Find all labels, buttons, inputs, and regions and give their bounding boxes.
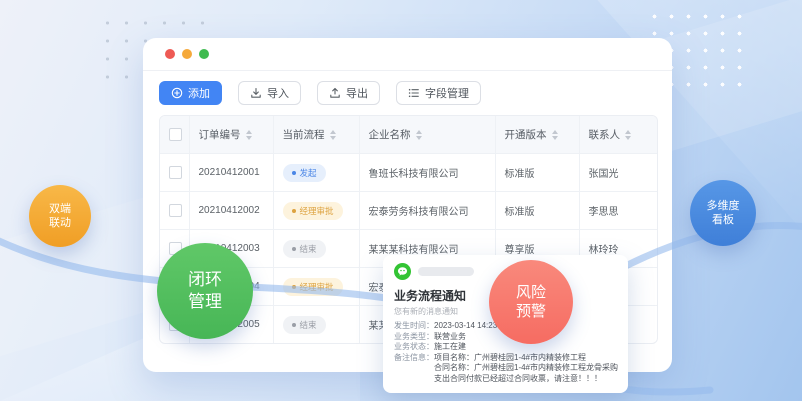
notification-field-row: 合同名称：广州碧桂园1-4#市内精装修工程龙骨采购合同	[394, 363, 618, 374]
export-icon	[329, 87, 341, 99]
row-checkbox-cell	[160, 154, 189, 192]
row-checkbox[interactable]	[169, 204, 182, 217]
badge-closed-loop: 闭环 管理	[157, 243, 253, 339]
wechat-icon	[394, 263, 411, 280]
import-button[interactable]: 导入	[238, 81, 301, 105]
cell-order-number: 20210412002	[189, 192, 273, 230]
badge-risk-alert: 风险 预警	[489, 260, 573, 344]
select-all-cell	[160, 116, 189, 154]
select-all-checkbox[interactable]	[169, 128, 182, 141]
window-minimize-button[interactable]	[182, 49, 192, 59]
add-button[interactable]: 添加	[159, 81, 222, 105]
field-label	[394, 374, 434, 385]
header-company-name[interactable]: 企业名称	[359, 116, 495, 154]
sort-icon[interactable]	[416, 130, 422, 140]
window-zoom-button[interactable]	[199, 49, 209, 59]
status-dot-icon	[292, 323, 296, 327]
field-label: 发生时间：	[394, 321, 434, 332]
cell-version: 标准版	[495, 192, 579, 230]
row-checkbox-cell	[160, 192, 189, 230]
status-dot-icon	[292, 247, 296, 251]
table-row[interactable]: 20210412001 发起 鲁班长科技有限公司 标准版 张国光	[160, 154, 657, 192]
cell-current-flow: 经理审批	[273, 192, 359, 230]
sort-icon[interactable]	[246, 130, 252, 140]
cell-contact: 张国光	[579, 154, 657, 192]
notification-field-row: 备注信息： 项目名称：广州碧桂园1-4#市内精装修工程	[394, 353, 618, 364]
row-checkbox[interactable]	[169, 166, 182, 179]
field-label: 备注信息：	[394, 353, 434, 364]
sort-icon[interactable]	[330, 130, 336, 140]
flow-status-badge: 发起	[283, 164, 326, 182]
cell-current-flow: 结束	[273, 306, 359, 344]
field-management-button[interactable]: 字段管理	[396, 81, 481, 105]
cell-order-number: 20210412001	[189, 154, 273, 192]
badge-dual-linkage: 双端 联动	[29, 185, 91, 247]
cell-current-flow: 结束	[273, 230, 359, 268]
flow-status-badge: 经理审批	[283, 278, 343, 296]
header-current-flow[interactable]: 当前流程	[273, 116, 359, 154]
header-contact[interactable]: 联系人	[579, 116, 657, 154]
status-dot-icon	[292, 209, 296, 213]
field-label: 业务类型：	[394, 332, 434, 343]
status-dot-icon	[292, 171, 296, 175]
header-version[interactable]: 开通版本	[495, 116, 579, 154]
import-icon	[250, 87, 262, 99]
sort-icon[interactable]	[552, 130, 558, 140]
sort-icon[interactable]	[625, 130, 631, 140]
flow-status-badge: 结束	[283, 316, 326, 334]
plus-circle-icon	[171, 87, 183, 99]
window-close-button[interactable]	[165, 49, 175, 59]
field-value: 项目名称：广州碧桂园1-4#市内精装修工程	[434, 353, 618, 364]
cell-current-flow: 经理审批	[273, 268, 359, 306]
notification-field-row: 支出合同付款已经超过合同收票，请注意！！！	[394, 374, 618, 385]
cell-current-flow: 发起	[273, 154, 359, 192]
window-titlebar	[143, 38, 672, 71]
cell-contact: 李思思	[579, 192, 657, 230]
field-value: 合同名称：广州碧桂园1-4#市内精装修工程龙骨采购合同	[434, 363, 618, 374]
toolbar: 添加 导入 导出 字段管理	[159, 81, 481, 105]
cell-company-name: 鲁班长科技有限公司	[359, 154, 495, 192]
field-label: 业务状态：	[394, 342, 434, 353]
list-icon	[408, 87, 420, 99]
notification-field-row: 业务状态： 施工在建	[394, 342, 618, 353]
export-button[interactable]: 导出	[317, 81, 380, 105]
field-value: 支出合同付款已经超过合同收票，请注意！！！	[434, 374, 618, 385]
flow-status-badge: 经理审批	[283, 202, 343, 220]
table-header-row: 订单编号 当前流程 企业名称 开通版本 联系人	[160, 116, 657, 154]
cell-company-name: 宏泰劳务科技有限公司	[359, 192, 495, 230]
table-row[interactable]: 20210412002 经理审批 宏泰劳务科技有限公司 标准版 李思思	[160, 192, 657, 230]
status-dot-icon	[292, 285, 296, 289]
field-label	[394, 363, 434, 374]
header-order-number[interactable]: 订单编号	[189, 116, 273, 154]
cell-version: 标准版	[495, 154, 579, 192]
badge-multi-dashboard: 多维度 看板	[690, 180, 756, 246]
sender-placeholder	[418, 267, 474, 276]
flow-status-badge: 结束	[283, 240, 326, 258]
